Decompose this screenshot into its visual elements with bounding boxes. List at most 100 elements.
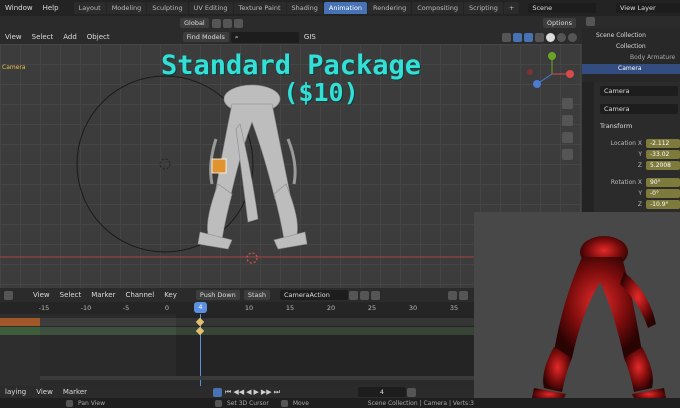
promo-title: Standard Package: [160, 50, 422, 81]
rendered-shading-icon[interactable]: [568, 32, 577, 42]
options-dropdown[interactable]: Options: [542, 18, 576, 28]
clock-icon[interactable]: [407, 387, 416, 397]
jump-end-icon[interactable]: ⏭: [274, 388, 280, 397]
editor-type-icon[interactable]: [4, 290, 13, 300]
play-reverse-icon[interactable]: ◀: [246, 388, 251, 397]
viewport-menu-select[interactable]: Select: [27, 33, 59, 41]
dopesheet-panel[interactable]: View Select Marker Channel Key Push Down…: [0, 288, 474, 386]
next-key-icon[interactable]: ▶▶: [261, 388, 272, 397]
transform-section-header[interactable]: Transform: [600, 122, 632, 130]
tab-compositing[interactable]: Compositing: [412, 2, 463, 14]
filter-icon[interactable]: [459, 290, 468, 300]
prev-key-icon[interactable]: ◀◀: [233, 388, 244, 397]
unlink-action-icon[interactable]: [370, 290, 380, 300]
rotation-z-row[interactable]: Z -10.9°: [600, 199, 680, 209]
pan-hand-icon[interactable]: [562, 115, 573, 126]
stash-button[interactable]: Stash: [243, 290, 270, 300]
outliner-item[interactable]: Collection: [616, 43, 646, 50]
tab-uv-editing[interactable]: UV Editing: [188, 2, 233, 14]
viewport-menu-view[interactable]: View: [0, 33, 27, 41]
location-z-row[interactable]: Z 5.2008: [600, 160, 680, 170]
tab-scripting[interactable]: Scripting: [464, 2, 503, 14]
fake-user-icon[interactable]: [348, 290, 358, 300]
xray-icon[interactable]: [535, 32, 544, 42]
playback-menu[interactable]: laying: [0, 388, 31, 396]
outliner-filter-icon[interactable]: [586, 17, 595, 26]
action-selector[interactable]: CameraAction: [279, 290, 348, 300]
frame-tick: 10: [244, 304, 254, 312]
frame-tick: 30: [408, 304, 418, 312]
overlay-icon[interactable]: [524, 32, 533, 42]
horizontal-scrollbar[interactable]: [40, 376, 474, 380]
tab-layout[interactable]: Layout: [73, 2, 106, 14]
menu-help[interactable]: Help: [38, 4, 64, 12]
visibility-icon[interactable]: [502, 32, 511, 42]
jump-start-icon[interactable]: ⏮: [225, 388, 231, 397]
current-frame-field[interactable]: 4: [358, 387, 406, 397]
object-name-field[interactable]: Camera: [600, 86, 678, 96]
transport-controls: ⏮ ◀◀ ◀ ▶ ▶▶ ⏭: [212, 387, 280, 397]
camera-view-icon[interactable]: [562, 132, 573, 143]
viewport-menu-object[interactable]: Object: [82, 33, 115, 41]
play-icon[interactable]: ▶: [254, 388, 259, 397]
playback-menu-view[interactable]: View: [31, 388, 58, 396]
new-action-icon[interactable]: [359, 290, 369, 300]
pivot-icon[interactable]: [211, 18, 221, 28]
menu-window[interactable]: Window: [0, 4, 38, 12]
tab-sculpting[interactable]: Sculpting: [147, 2, 188, 14]
outliner-selected-row[interactable]: Camera: [582, 64, 680, 74]
channel-row-action[interactable]: [0, 327, 40, 335]
frame-tick: 25: [367, 304, 377, 312]
search-field[interactable]: ⌕: [230, 31, 299, 43]
frame-tick: -5: [122, 304, 130, 312]
channel-row-summary[interactable]: [0, 318, 40, 326]
location-y-row[interactable]: Y -33.02: [600, 149, 680, 159]
tab-texture-paint[interactable]: Texture Paint: [233, 2, 286, 14]
solid-shading-icon[interactable]: [546, 32, 555, 42]
dopesheet-menu-key[interactable]: Key: [159, 291, 182, 299]
view-layer-selector[interactable]: View Layer: [616, 3, 680, 13]
grid-icon[interactable]: [562, 149, 573, 160]
push-down-button[interactable]: Push Down: [195, 290, 240, 300]
location-x-row[interactable]: Location X -2.112: [600, 138, 680, 148]
add-workspace-icon[interactable]: +: [503, 2, 520, 14]
scene-selector[interactable]: Scene: [528, 3, 597, 13]
tab-animation[interactable]: Animation: [323, 2, 368, 14]
orientation-dropdown[interactable]: Global: [180, 18, 209, 28]
tab-rendering[interactable]: Rendering: [368, 2, 412, 14]
frame-ruler[interactable]: -15 -10 -5 0 10 15 20 25 30 35 4: [0, 302, 474, 314]
material-shading-icon[interactable]: [557, 32, 566, 42]
playhead-frame-indicator[interactable]: 4: [194, 302, 207, 313]
tab-shading[interactable]: Shading: [286, 2, 323, 14]
gizmo-icon[interactable]: [513, 32, 522, 42]
viewport-menu-add[interactable]: Add: [58, 33, 82, 41]
dopesheet-menu-marker[interactable]: Marker: [86, 291, 120, 299]
gis-menu[interactable]: GIS: [299, 33, 321, 41]
playback-menu-marker[interactable]: Marker: [58, 388, 92, 396]
status-hint: Pan View: [78, 399, 105, 407]
tab-modeling[interactable]: Modeling: [106, 2, 147, 14]
only-selected-icon[interactable]: [448, 290, 457, 300]
3d-cursor-icon: [246, 252, 258, 264]
snap-icon[interactable]: [222, 18, 232, 28]
frame-tick: 35: [449, 304, 459, 312]
outliner-item[interactable]: Body Armature: [630, 54, 675, 61]
dopesheet-menu-view[interactable]: View: [28, 291, 55, 299]
frame-tick: -10: [80, 304, 92, 312]
mouse-icon: [280, 399, 288, 407]
find-models-button[interactable]: Find Models: [182, 32, 229, 42]
status-hint: Move: [292, 399, 309, 407]
light-gizmo-icon: [159, 158, 171, 170]
dopesheet-menu-channel[interactable]: Channel: [120, 291, 159, 299]
rotation-x-row[interactable]: Rotation X 90°: [600, 177, 680, 187]
dopesheet-header: View Select Marker Channel Key Push Down…: [0, 288, 474, 302]
shading-controls: [501, 32, 578, 42]
outliner-item[interactable]: Scene Collection: [596, 32, 646, 39]
proportional-edit-icon[interactable]: [233, 18, 243, 28]
rotation-y-row[interactable]: Y -0°: [600, 188, 680, 198]
status-hint: Set 3D Cursor: [226, 399, 269, 407]
dopesheet-menu-select[interactable]: Select: [55, 291, 87, 299]
data-name-field[interactable]: Camera: [600, 104, 678, 114]
viewport-tool-header: Global Options: [0, 16, 582, 30]
record-icon[interactable]: [213, 387, 223, 397]
